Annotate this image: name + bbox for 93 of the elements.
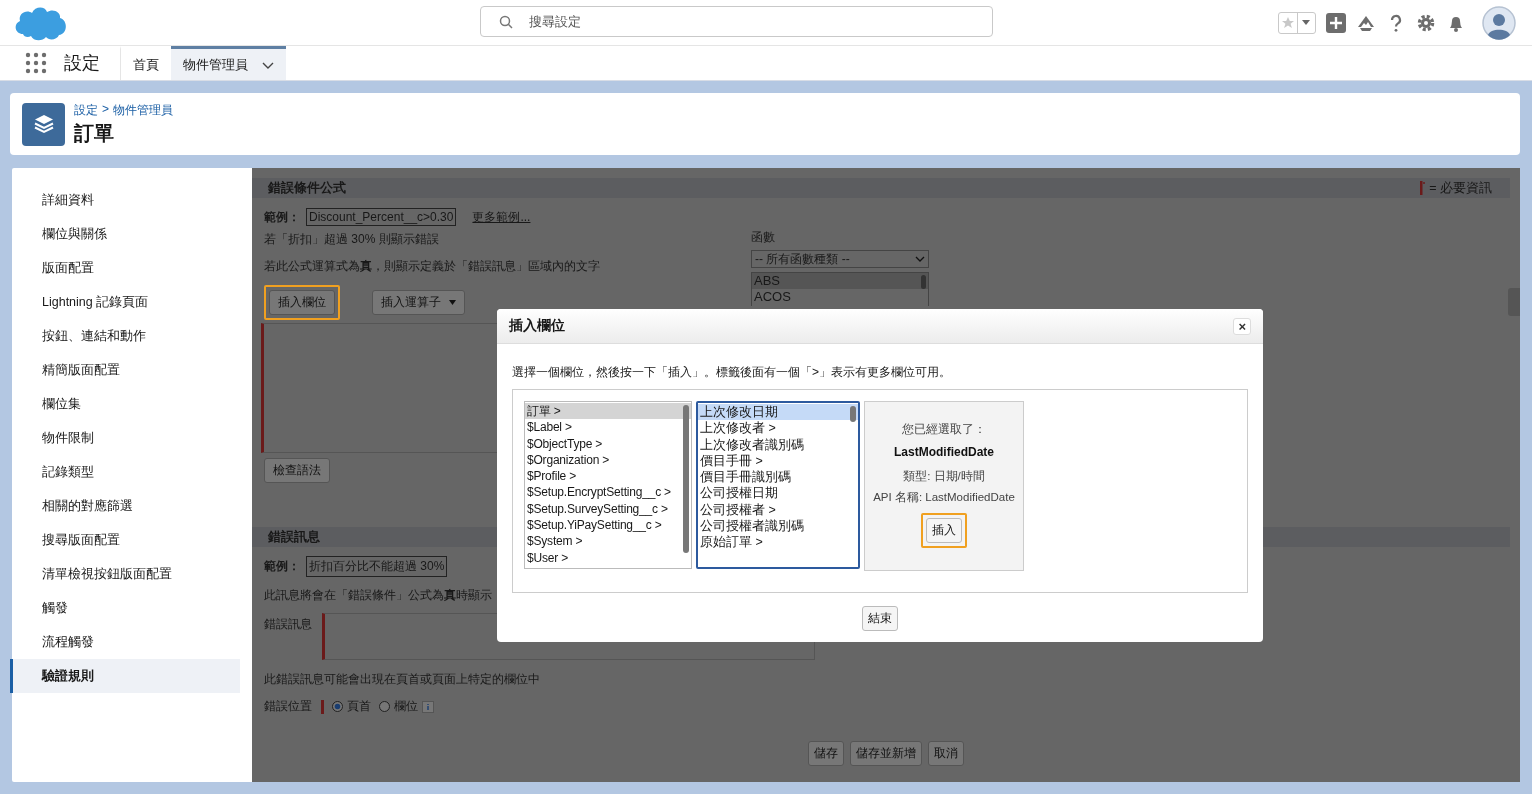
close-button[interactable]: × <box>1233 317 1251 335</box>
dialog-title: 插入欄位 <box>509 317 565 335</box>
field-label: 錯誤位置 <box>264 698 312 715</box>
example-note: 若「折扣」超過 30% 則顯示錯誤 <box>264 231 440 248</box>
radio-label: 欄位 <box>394 698 418 715</box>
section-title: 錯誤訊息 <box>268 528 320 546</box>
info-icon[interactable] <box>422 700 434 713</box>
sidebar-item[interactable]: 觸發 <box>10 591 240 625</box>
sidebar-item[interactable]: 搜尋版面配置 <box>10 523 240 557</box>
chevron-icon <box>915 255 925 263</box>
panel-toggle[interactable] <box>1508 288 1520 316</box>
example-label: 範例： <box>264 558 300 575</box>
sidebar-item[interactable]: 流程觸發 <box>10 625 240 659</box>
list-option[interactable]: $Setup.YiPaySetting__c > <box>525 517 691 534</box>
scrollbar[interactable] <box>921 275 926 289</box>
selection-title: 您已經選取了： <box>902 422 986 437</box>
sidebar-item[interactable]: 詳細資料 <box>10 183 240 217</box>
done-button[interactable]: 結束 <box>862 606 898 631</box>
example-label: 範例： <box>264 208 300 226</box>
field-type: 類型: 日期/時間 <box>903 469 985 484</box>
favorites-button[interactable] <box>1278 11 1316 34</box>
example-text: 折扣百分比不能超過 30% <box>306 556 448 577</box>
required-marker-icon <box>1420 181 1426 195</box>
settings-icon[interactable] <box>1416 12 1436 33</box>
list-option[interactable]: $System > <box>525 533 691 550</box>
nav-tab[interactable]: 物件管理員 <box>171 46 286 80</box>
list-option[interactable]: $User > <box>525 549 691 566</box>
app-launcher-icon[interactable] <box>25 52 47 74</box>
list-option[interactable]: 上次修改者識別碼 <box>698 436 858 453</box>
form-button[interactable]: 儲存 <box>808 741 844 766</box>
list-option[interactable]: 原始訂單 > <box>698 534 858 551</box>
list-option[interactable]: $ObjectType > <box>525 435 691 452</box>
required-legend: = 必要資訊 <box>1429 179 1492 197</box>
search-field[interactable]: 搜尋設定 <box>480 6 993 37</box>
sidebar-item[interactable]: 欄位與關係 <box>10 217 240 251</box>
sidebar-item[interactable]: Lightning 記錄頁面 <box>10 285 240 319</box>
caret-icon <box>1302 20 1311 25</box>
location-note: 此錯誤訊息可能會出現在頁首或頁面上特定的欄位中 <box>264 671 541 688</box>
insert-button[interactable]: 插入 <box>921 513 967 548</box>
field-label: 錯誤訊息 <box>264 616 313 633</box>
list-option[interactable]: $Organization > <box>525 451 691 469</box>
check-syntax-button[interactable]: 檢查語法 <box>264 458 330 483</box>
list-option[interactable]: 公司授權日期 <box>698 485 858 502</box>
scrollbar[interactable] <box>683 405 689 553</box>
sidebar-item[interactable]: 版面配置 <box>10 251 240 285</box>
radio-label: 頁首 <box>347 698 371 715</box>
scrollbar[interactable] <box>850 406 856 422</box>
object-list[interactable]: 訂單 > $Label > $ObjectType > $Organization > $Profile > $Setup.EncryptSetting__c > $Setup.SurveySetting__c > $Setup.YiPaySetting__c > $System > $User > <box>524 401 692 569</box>
required-marker-icon <box>321 699 324 714</box>
list-option[interactable]: 價目手冊識別碼 <box>698 469 858 486</box>
list-option[interactable]: $Label > <box>525 419 691 436</box>
sidebar-item[interactable]: 精簡版面配置 <box>10 353 240 387</box>
sidebar-item[interactable]: 欄位集 <box>10 387 240 421</box>
layers-icon <box>22 102 65 146</box>
field-list[interactable]: 上次修改日期 上次修改者 > 上次修改者識別碼 價目手冊 > 價目手冊識別碼 公司授權日期 公司授權者 > 公司授權者識別碼 原始訂單 > <box>696 401 860 569</box>
sidebar-item[interactable]: 記錄類型 <box>10 455 240 489</box>
list-option[interactable]: 公司授權者識別碼 <box>698 518 858 535</box>
list-option[interactable]: 上次修改者 > <box>698 420 858 437</box>
sidebar-item[interactable]: 驗證規則 <box>10 659 240 693</box>
sidebar-item[interactable]: 物件限制 <box>10 421 240 455</box>
star-icon <box>1280 15 1295 30</box>
list-option[interactable]: 訂單 > <box>525 403 691 420</box>
radio-button[interactable] <box>332 701 343 712</box>
form-button[interactable]: 儲存並新增 <box>850 741 922 766</box>
sidebar-item[interactable]: 按鈕、連結和動作 <box>10 319 240 353</box>
list-option[interactable]: $Setup.SurveySetting__c > <box>525 500 691 518</box>
form-button[interactable]: 取消 <box>928 741 964 766</box>
section-title: 錯誤條件公式 <box>268 179 346 197</box>
page-title: 訂單 <box>74 120 115 146</box>
list-option[interactable]: $Setup.EncryptSetting__c > <box>525 484 691 501</box>
app-name: 設定 <box>64 52 101 75</box>
insert-field-button[interactable]: 插入欄位 <box>264 285 340 320</box>
dialog-instruction: 選擇一個欄位，然後按一下「插入」。標籤後面有一個「>」表示有更多欄位可用。 <box>512 364 952 381</box>
breadcrumb-link[interactable]: 物件管理員 <box>113 101 173 119</box>
breadcrumb-separator: > <box>102 101 109 118</box>
plus-icon[interactable] <box>1326 12 1346 33</box>
sidebar-item[interactable]: 清單檢視按鈕版面配置 <box>10 557 240 591</box>
api-name: API 名稱: LastModifiedDate <box>873 490 1015 505</box>
list-option[interactable]: 價目手冊 > <box>698 452 858 470</box>
radio-button[interactable] <box>379 701 390 712</box>
list-option[interactable]: 上次修改日期 <box>698 404 858 421</box>
list-option[interactable]: 公司授權者 > <box>698 501 858 519</box>
sidebar-item[interactable]: 相關的對應篩選 <box>10 489 240 523</box>
caret-icon <box>449 300 456 305</box>
functions-label: 函數 <box>751 229 776 246</box>
message-note: 此訊息將會在「錯誤條件」公式為真時顯示 <box>264 587 493 604</box>
search-icon <box>499 15 513 29</box>
formula-hint: 若此公式運算式為真，則顯示定義於「錯誤訊息」區域內的文字 <box>264 258 601 275</box>
avatar[interactable] <box>1482 5 1516 40</box>
example-text: Discount_Percent__c>0.30 <box>306 208 457 226</box>
list-option[interactable]: $Profile > <box>525 468 691 485</box>
selected-field-name: LastModifiedDate <box>894 445 994 459</box>
breadcrumb-link[interactable]: 設定 <box>74 101 98 119</box>
